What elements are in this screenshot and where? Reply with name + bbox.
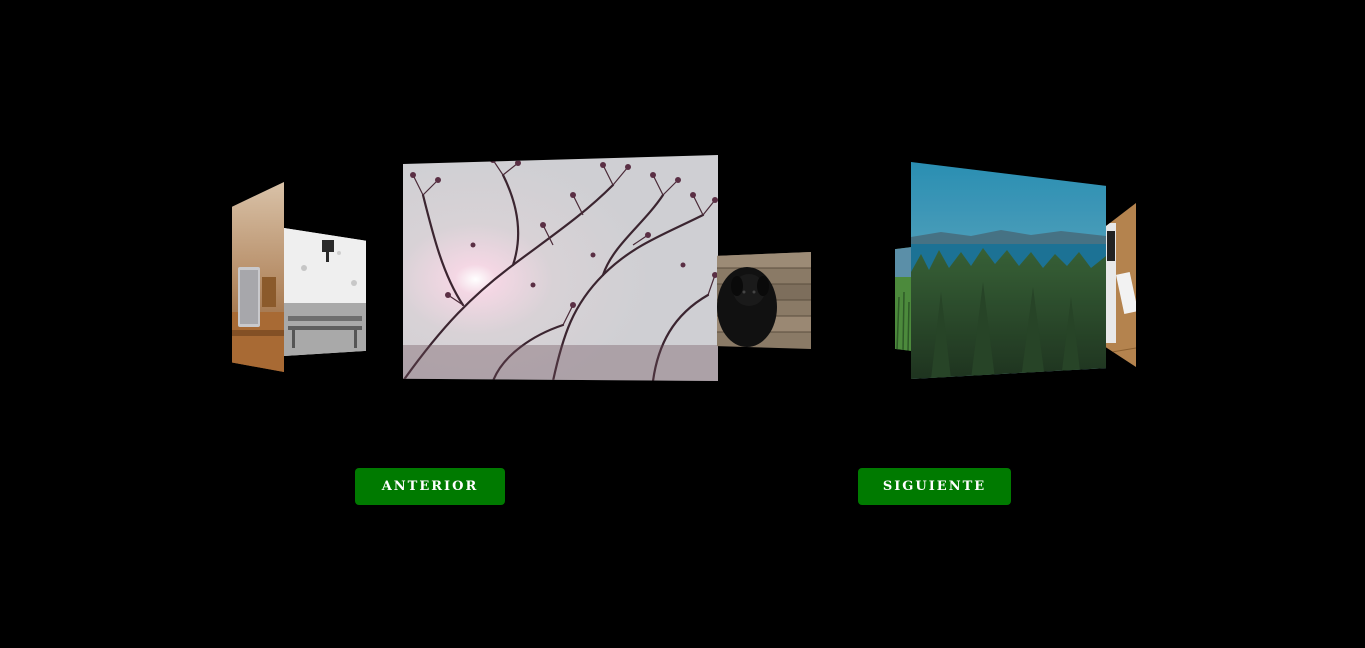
grass-image [895, 247, 912, 351]
desk-phone-image [1106, 203, 1136, 367]
forest-sea-image [911, 162, 1106, 379]
slide-bench-wall[interactable] [284, 228, 366, 356]
bench-wall-image [284, 228, 366, 356]
slide-desk-phone[interactable] [1106, 203, 1136, 367]
next-button-label: SIGUIENTE [882, 479, 987, 494]
branches-sun-image [403, 155, 718, 381]
laptop-desk-image [232, 182, 284, 372]
previous-button-label: ANTERIOR [381, 479, 479, 494]
next-button[interactable]: SIGUIENTE [858, 468, 1011, 505]
black-dog-image [717, 252, 811, 349]
slide-laptop-desk[interactable] [232, 182, 284, 372]
slide-black-dog[interactable] [717, 252, 811, 349]
slide-grass[interactable] [895, 247, 912, 351]
slide-forest-sea[interactable] [911, 162, 1106, 379]
carousel-stage: ANTERIOR SIGUIENTE [0, 0, 1365, 648]
previous-button[interactable]: ANTERIOR [355, 468, 505, 505]
slide-branches-sun[interactable] [403, 155, 718, 381]
